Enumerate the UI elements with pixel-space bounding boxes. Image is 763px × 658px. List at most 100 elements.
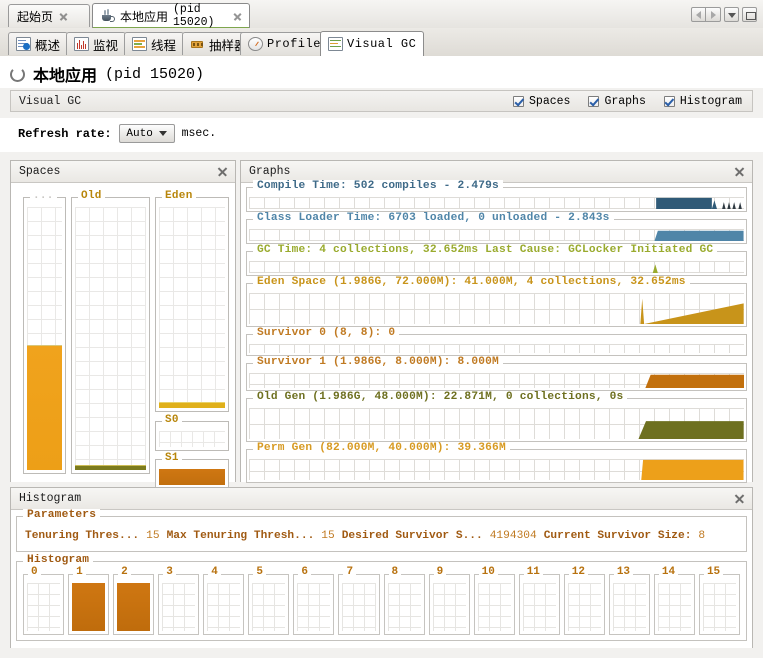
histogram-cell[interactable]: 13 (608, 566, 650, 635)
graph-label: Class Loader Time: 6703 loaded, 0 unload… (253, 212, 614, 224)
sampler-icon (190, 37, 205, 51)
tab-visual-gc[interactable]: Visual GC (320, 31, 425, 56)
histogram-cell-label: 7 (343, 566, 357, 578)
spaces-panel: Spaces ... Old Eden S0 S1 (10, 160, 236, 489)
histogram-cell[interactable]: 3 (158, 566, 200, 635)
space-column-old[interactable]: Old (71, 190, 150, 474)
histogram-cell[interactable]: 7 (338, 566, 380, 635)
histogram-cell-label: 4 (208, 566, 221, 578)
space-bar-fill (75, 465, 146, 470)
graph-series (315, 197, 744, 209)
scroll-right-button[interactable] (706, 7, 721, 22)
space-column-label: S1 (162, 452, 182, 464)
graph-survivor-0[interactable]: Survivor 0 (8, 8): 0 (246, 327, 747, 356)
checkbox-graphs[interactable]: Graphs (588, 94, 646, 108)
histogram-cell-fill (117, 583, 151, 631)
monitor-icon (74, 37, 89, 51)
maximize-window-button[interactable] (742, 7, 757, 22)
histogram-cell[interactable]: 5 (248, 566, 290, 635)
overview-icon (16, 37, 31, 51)
histogram-cells: 0 1 2 3 4 5 6 7 8 9 10 11 12 13 14 15 (23, 566, 740, 635)
graph-old-gen[interactable]: Old Gen (1.986G, 48.000M): 22.871M, 0 co… (246, 391, 747, 442)
histogram-cell-label: 1 (73, 566, 86, 578)
histogram-cell[interactable]: 10 (473, 566, 515, 635)
page-pid: (pid 15020) (105, 65, 205, 83)
space-survivor-s1[interactable]: S1 (155, 452, 229, 489)
chevron-down-icon[interactable] (724, 7, 739, 22)
space-column-label: Eden (162, 190, 196, 202)
checkbox-spaces[interactable]: Spaces (513, 95, 570, 108)
close-icon[interactable] (217, 166, 228, 177)
graph-class-loader-time[interactable]: Class Loader Time: 6703 loaded, 0 unload… (246, 212, 747, 244)
close-icon[interactable] (734, 166, 745, 177)
histogram-cell[interactable]: 8 (383, 566, 425, 635)
spaces-body: ... Old Eden S0 S1 (11, 183, 235, 489)
histogram-cell[interactable]: 9 (428, 566, 470, 635)
document-tab-label: 起始页 (17, 9, 54, 24)
visualvm-window: 起始页 本地应用 (pid 15020) 概述 监视 线程 抽样器 Profil… (0, 0, 763, 658)
param-name-current-survivor-size: Current Survivor Size: (543, 530, 692, 542)
space-bar-fill (159, 402, 225, 408)
document-tab-label: 本地应用 (120, 9, 169, 24)
graph-perm-gen[interactable]: Perm Gen (82.000M, 40.000M): 39.366M (246, 442, 747, 483)
parameters-label: Parameters (23, 509, 101, 521)
document-tab-start-page[interactable]: 起始页 (8, 4, 90, 27)
histogram-cell-label: 11 (523, 566, 543, 578)
panel-title: Graphs (249, 165, 291, 178)
histogram-cell[interactable]: 2 (113, 566, 155, 635)
histogram-cell[interactable]: 12 (563, 566, 605, 635)
space-column-plot (159, 469, 225, 485)
graph-eden-space[interactable]: Eden Space (1.986G, 72.000M): 41.000M, 4… (246, 276, 747, 327)
graph-label: GC Time: 4 collections, 32.652ms Last Ca… (253, 244, 718, 256)
param-value-max-tenuring-threshold: 15 (321, 530, 335, 542)
tab-monitor[interactable]: 监视 (66, 32, 127, 55)
graph-label: Old Gen (1.986G, 48.000M): 22.871M, 0 co… (253, 391, 628, 403)
param-name-tenuring-threshold: Tenuring Thres... (25, 530, 140, 542)
histogram-cell[interactable]: 4 (203, 566, 245, 635)
histogram-cell-label: 12 (568, 566, 588, 578)
graph-series (315, 261, 744, 273)
profiler-clock-icon (248, 37, 263, 51)
graph-compile-time[interactable]: Compile Time: 502 compiles - 2.479s (246, 180, 747, 212)
graph-survivor-1[interactable]: Survivor 1 (1.986G, 8.000M): 8.000M (246, 356, 747, 391)
histogram-cell[interactable]: 15 (698, 566, 740, 635)
space-column-label: Old (78, 190, 105, 202)
close-icon[interactable] (58, 11, 69, 22)
histogram-cell-label: 15 (703, 566, 724, 578)
refresh-rate-select[interactable]: Auto (118, 124, 175, 143)
space-survivor-s0[interactable]: S0 (155, 414, 229, 451)
histogram-section-label: Histogram (23, 554, 94, 566)
checkbox-box[interactable] (663, 95, 675, 107)
threads-icon (132, 37, 147, 51)
tab-overview[interactable]: 概述 (8, 32, 69, 55)
checkbox-label: Histogram (679, 94, 742, 108)
histogram-cell[interactable]: 1 (68, 566, 110, 635)
histogram-cell[interactable]: 0 (23, 566, 65, 635)
histogram-panel-header: Histogram (11, 488, 752, 510)
close-icon[interactable] (734, 493, 745, 504)
checkbox-box[interactable] (513, 95, 525, 107)
histogram-cell[interactable]: 11 (518, 566, 560, 635)
histogram-cell[interactable]: 6 (293, 566, 335, 635)
graph-plot (249, 344, 744, 353)
document-tab-local-app[interactable]: 本地应用 (pid 15020) (92, 3, 250, 29)
graph-label: Compile Time: 502 compiles - 2.479s (253, 180, 503, 192)
close-icon[interactable] (232, 11, 243, 22)
space-column-eden[interactable]: Eden (155, 190, 229, 412)
checkbox-histogram[interactable]: Histogram (663, 94, 742, 108)
view-tab-strip: 概述 监视 线程 抽样器 Profiler Visual GC (0, 28, 763, 57)
graph-gc-time[interactable]: GC Time: 4 collections, 32.652ms Last Ca… (246, 244, 747, 276)
graph-series (274, 293, 744, 324)
tab-threads[interactable]: 线程 (124, 32, 185, 55)
page-header: 本地应用 (pid 15020) (0, 56, 763, 88)
space-column-unnamed[interactable]: ... (23, 190, 66, 474)
checkbox-label: Graphs (604, 94, 646, 108)
param-name-desired-survivor-size: Desired Survivor S... (341, 530, 483, 542)
scroll-left-button[interactable] (691, 7, 706, 22)
checkbox-box[interactable] (588, 95, 600, 107)
graph-plot (249, 197, 744, 209)
histogram-cells-box: Histogram 0 1 2 3 4 5 6 7 8 9 10 11 12 1… (16, 554, 747, 641)
histogram-cell[interactable]: 14 (653, 566, 695, 635)
tab-label: 概述 (35, 38, 61, 53)
histogram-cell-label: 2 (118, 566, 131, 578)
